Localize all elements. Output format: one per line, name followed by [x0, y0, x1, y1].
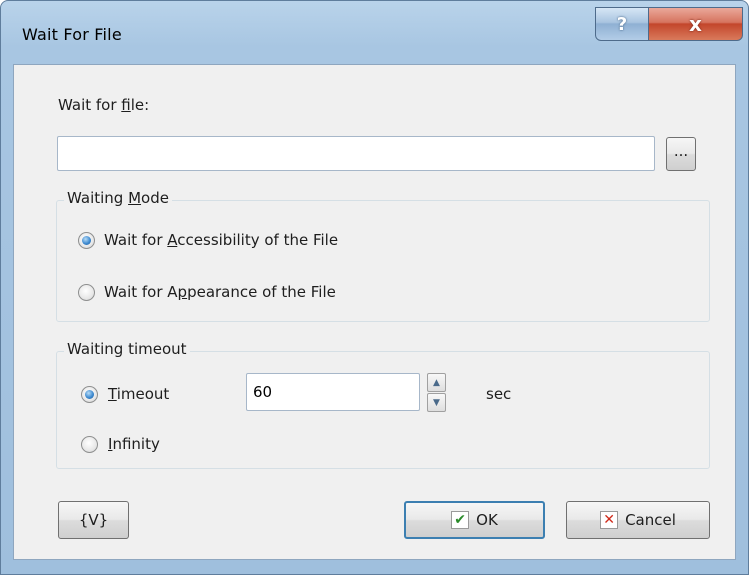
chevron-down-icon: ▼ — [433, 397, 440, 408]
chevron-up-icon: ▲ — [433, 377, 440, 388]
timeout-label[interactable]: Timeout — [108, 385, 169, 403]
timeout-unit: sec — [486, 385, 512, 403]
infinity-label[interactable]: Infinity — [108, 435, 160, 453]
option-accessibility-label[interactable]: Wait for Accessibility of the File — [104, 231, 338, 249]
variables-button-label: {V} — [78, 511, 109, 529]
help-button[interactable]: ? — [595, 7, 649, 41]
waiting-timeout-title: Waiting timeout — [64, 340, 190, 358]
radio-timeout[interactable] — [81, 386, 98, 403]
check-icon: ✔ — [451, 511, 470, 529]
cancel-button[interactable]: ✕ Cancel — [566, 501, 710, 539]
radio-appearance[interactable] — [78, 284, 95, 301]
timeout-value-input[interactable] — [246, 373, 420, 411]
ok-button[interactable]: ✔ OK — [404, 501, 545, 539]
option-appearance-label[interactable]: Wait for Appearance of the File — [104, 283, 336, 301]
file-path-input[interactable] — [57, 136, 655, 171]
help-icon: ? — [616, 13, 628, 35]
variables-button[interactable]: {V} — [58, 501, 129, 539]
browse-button[interactable]: ... — [666, 137, 696, 171]
x-icon: ✕ — [600, 511, 619, 529]
radio-accessibility[interactable] — [78, 232, 95, 249]
spin-up-button[interactable]: ▲ — [427, 373, 446, 392]
file-label: Wait for file: — [58, 96, 150, 114]
waiting-mode-group — [56, 200, 710, 322]
close-button[interactable]: x — [648, 7, 743, 41]
cancel-button-label: Cancel — [625, 511, 676, 529]
close-icon: x — [689, 12, 702, 36]
radio-infinity[interactable] — [81, 436, 98, 453]
spin-down-button[interactable]: ▼ — [427, 393, 446, 412]
window-title: Wait For File — [22, 25, 122, 44]
browse-button-label: ... — [673, 142, 689, 160]
ok-button-label: OK — [476, 511, 498, 529]
waiting-mode-title: Waiting Mode — [64, 189, 172, 207]
